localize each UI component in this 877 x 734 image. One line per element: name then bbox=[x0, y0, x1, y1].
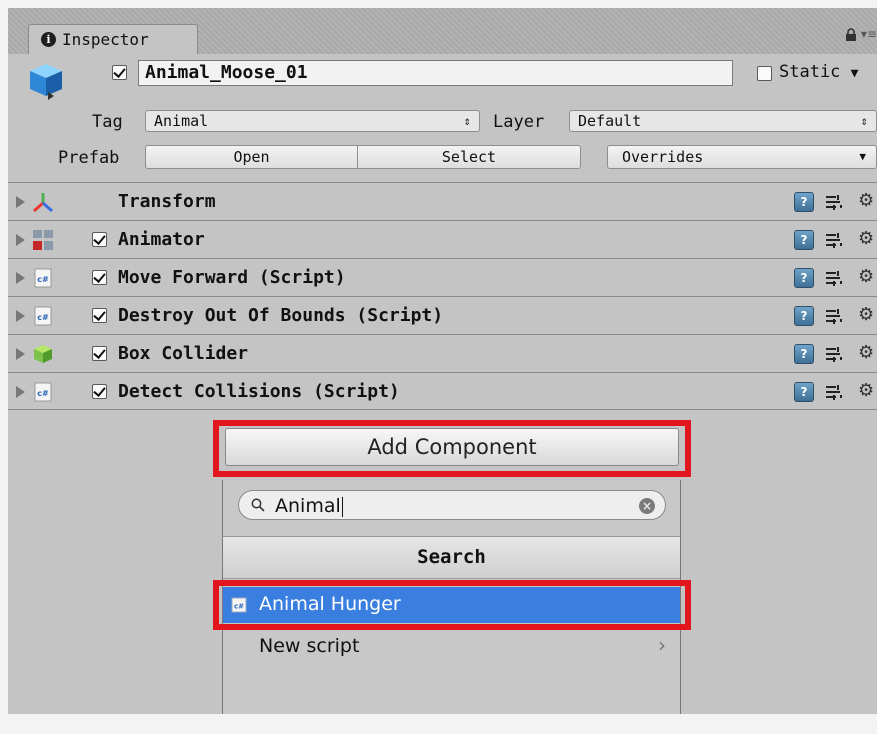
updown-arrow-icon: ⇕ bbox=[860, 114, 868, 128]
component-row-detect-collisions[interactable]: c# Detect Collisions (Script) ? ⚙ bbox=[8, 372, 877, 410]
foldout-arrow-icon[interactable] bbox=[16, 310, 25, 322]
component-row-animator[interactable]: Animator ? ⚙ bbox=[8, 220, 877, 258]
gear-icon[interactable]: ⚙ bbox=[858, 342, 874, 363]
component-enabled-checkbox[interactable] bbox=[92, 308, 107, 323]
chevron-down-icon: ▼ bbox=[859, 150, 866, 163]
gameobject-cube-icon bbox=[30, 64, 62, 100]
foldout-arrow-icon[interactable] bbox=[16, 234, 25, 246]
search-result-animal-hunger[interactable]: c# Animal Hunger bbox=[223, 587, 680, 623]
prefab-select-button[interactable]: Select bbox=[357, 145, 581, 169]
component-row-box-collider[interactable]: Box Collider ? ⚙ bbox=[8, 334, 877, 372]
preset-icon[interactable] bbox=[824, 382, 844, 402]
svg-text:c#: c# bbox=[37, 389, 49, 398]
tab-inspector[interactable]: i Inspector bbox=[28, 24, 198, 54]
search-icon bbox=[251, 498, 265, 512]
csharp-script-icon: c# bbox=[34, 306, 52, 326]
new-script-label: New script bbox=[259, 635, 360, 657]
search-header: Search bbox=[223, 536, 680, 579]
layer-value: Default bbox=[578, 112, 642, 130]
svg-text:c#: c# bbox=[37, 313, 49, 322]
static-text: Static bbox=[779, 62, 841, 82]
info-icon: i bbox=[41, 32, 56, 47]
component-enabled-checkbox[interactable] bbox=[92, 232, 107, 247]
gear-icon[interactable]: ⚙ bbox=[858, 266, 874, 287]
foldout-arrow-icon[interactable] bbox=[16, 348, 25, 360]
component-enabled-checkbox[interactable] bbox=[92, 270, 107, 285]
csharp-script-icon: c# bbox=[34, 268, 52, 288]
active-checkbox[interactable] bbox=[112, 65, 127, 80]
help-icon[interactable]: ? bbox=[794, 306, 814, 326]
result-label: Animal Hunger bbox=[259, 593, 401, 615]
component-enabled-checkbox[interactable] bbox=[92, 384, 107, 399]
tag-label: Tag bbox=[92, 112, 123, 132]
animator-icon bbox=[33, 230, 53, 250]
preset-icon[interactable] bbox=[824, 192, 844, 212]
search-value: Animal bbox=[275, 495, 341, 517]
preset-icon[interactable] bbox=[824, 344, 844, 364]
tab-bar: i Inspector ▾≡ bbox=[8, 8, 877, 54]
layer-dropdown[interactable]: Default ⇕ bbox=[569, 110, 877, 132]
help-icon[interactable]: ? bbox=[794, 192, 814, 212]
foldout-arrow-icon[interactable] bbox=[16, 272, 25, 284]
help-icon[interactable]: ? bbox=[794, 382, 814, 402]
gear-icon[interactable]: ⚙ bbox=[858, 380, 874, 401]
help-icon[interactable]: ? bbox=[794, 230, 814, 250]
component-label: Box Collider bbox=[118, 343, 249, 364]
tab-label: Inspector bbox=[62, 30, 149, 49]
preset-icon[interactable] bbox=[824, 306, 844, 326]
tag-dropdown[interactable]: Animal ⇕ bbox=[145, 110, 480, 132]
component-label: Transform bbox=[118, 191, 216, 212]
component-label: Detect Collisions (Script) bbox=[118, 381, 400, 402]
chevron-right-icon: › bbox=[658, 633, 666, 657]
component-label: Destroy Out Of Bounds (Script) bbox=[118, 305, 444, 326]
component-search-input[interactable]: Animal × bbox=[238, 490, 666, 520]
svg-text:c#: c# bbox=[37, 275, 49, 284]
box-collider-icon bbox=[34, 345, 52, 363]
component-label: Animator bbox=[118, 229, 205, 250]
preset-icon[interactable] bbox=[824, 230, 844, 250]
component-row-destroy-out-of-bounds[interactable]: c# Destroy Out Of Bounds (Script) ? ⚙ bbox=[8, 296, 877, 334]
tab-menu-icon[interactable]: ▾≡ bbox=[861, 27, 877, 41]
svg-text:c#: c# bbox=[234, 603, 244, 611]
foldout-arrow-icon[interactable] bbox=[16, 386, 25, 398]
prefab-overrides-dropdown[interactable]: Overrides ▼ bbox=[607, 145, 877, 169]
prefab-open-button[interactable]: Open bbox=[145, 145, 358, 169]
preset-icon[interactable] bbox=[824, 268, 844, 288]
gear-icon[interactable]: ⚙ bbox=[858, 228, 874, 249]
foldout-arrow-icon[interactable] bbox=[16, 196, 25, 208]
overrides-label: Overrides bbox=[622, 148, 704, 166]
transform-axes-icon bbox=[33, 193, 53, 213]
csharp-script-icon: c# bbox=[34, 382, 52, 402]
clear-search-icon[interactable]: × bbox=[639, 498, 655, 514]
component-enabled-checkbox[interactable] bbox=[92, 346, 107, 361]
static-dropdown-icon[interactable]: ▼ bbox=[851, 66, 859, 81]
layer-label: Layer bbox=[493, 112, 545, 132]
static-checkbox[interactable] bbox=[757, 66, 772, 81]
text-caret bbox=[341, 496, 343, 517]
csharp-script-icon: c# bbox=[231, 597, 247, 613]
tab-controls: ▾≡ bbox=[845, 27, 877, 42]
search-text: Animal bbox=[275, 495, 343, 517]
object-name-field[interactable]: Animal_Moose_01 bbox=[138, 60, 733, 86]
component-row-transform[interactable]: Transform ? ⚙ bbox=[8, 182, 877, 220]
prefab-label: Prefab bbox=[58, 148, 120, 168]
tag-value: Animal bbox=[154, 112, 209, 130]
gear-icon[interactable]: ⚙ bbox=[858, 190, 874, 211]
gear-icon[interactable]: ⚙ bbox=[858, 304, 874, 325]
add-component-button[interactable]: Add Component bbox=[225, 428, 679, 466]
new-script-item[interactable]: New script › bbox=[223, 629, 680, 665]
component-row-move-forward[interactable]: c# Move Forward (Script) ? ⚙ bbox=[8, 258, 877, 296]
lock-icon[interactable] bbox=[845, 28, 857, 41]
static-label[interactable]: Static ▼ bbox=[779, 62, 859, 82]
help-icon[interactable]: ? bbox=[794, 344, 814, 364]
help-icon[interactable]: ? bbox=[794, 268, 814, 288]
component-label: Move Forward (Script) bbox=[118, 267, 346, 288]
updown-arrow-icon: ⇕ bbox=[463, 114, 471, 128]
